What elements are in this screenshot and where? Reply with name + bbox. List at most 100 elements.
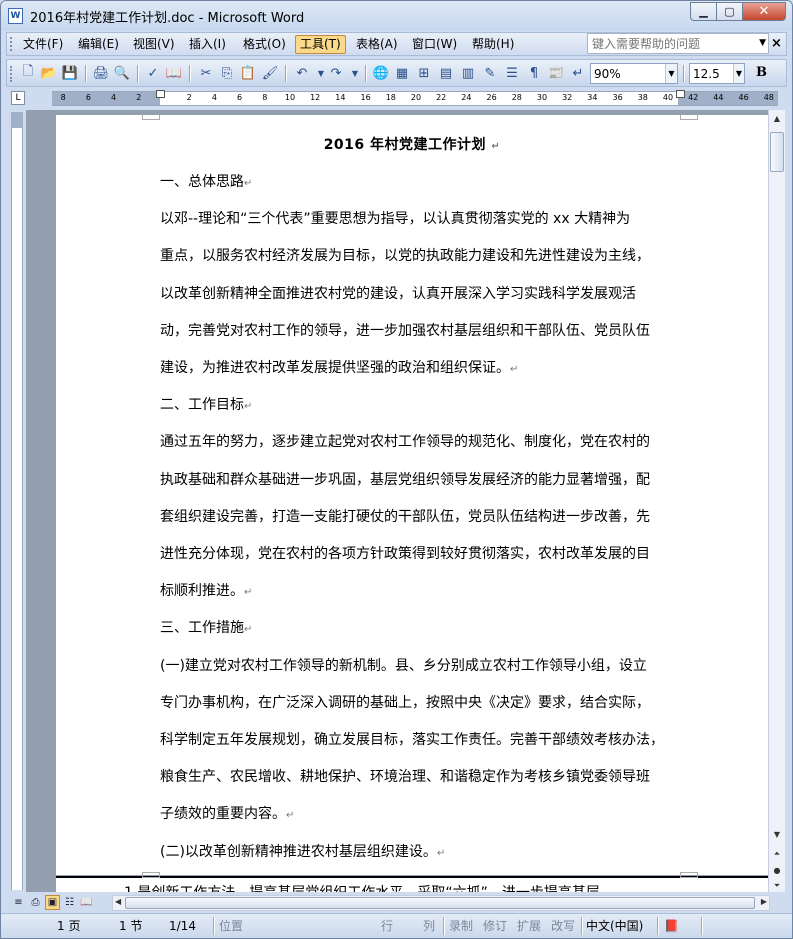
status-overtype[interactable]: 改写: [551, 917, 575, 935]
document-line[interactable]: 通过五年的努力，逐步建立起党对农村工作领导的规范化、制度化，党在农村的: [160, 431, 690, 451]
select-browse-object-icon[interactable]: ●: [769, 862, 785, 878]
status-col[interactable]: 列: [423, 917, 435, 935]
vertical-ruler-track[interactable]: [11, 112, 23, 890]
redo-icon[interactable]: ↷: [327, 64, 345, 82]
print-icon[interactable]: 🖨: [92, 64, 110, 82]
horizontal-ruler[interactable]: 8 6 4 2 2 4 6 8 10 12 14 16 18 20 22 24 26 28 30 32 34 36 38 40…: [52, 90, 778, 106]
status-language[interactable]: 中文(中国): [586, 917, 643, 935]
previous-page-icon[interactable]: ⏶: [769, 846, 785, 862]
menu-grip-handle[interactable]: [10, 37, 13, 51]
document-page[interactable]: 2016 年村党建工作计划 ↵ 一、总体思路↵ 以邓--理论和“三个代表”重要思想…: [56, 114, 768, 875]
open-folder-icon[interactable]: 📂: [40, 64, 58, 82]
scroll-up-icon[interactable]: ▲: [769, 110, 785, 126]
paste-icon[interactable]: 📋: [239, 64, 257, 82]
right-indent-marker[interactable]: [676, 90, 685, 98]
help-search-input[interactable]: [588, 34, 748, 53]
copy-icon[interactable]: ⎘: [218, 64, 236, 82]
hyperlink-icon[interactable]: 🌐: [372, 64, 390, 82]
vertical-scroll-thumb[interactable]: [770, 132, 784, 172]
help-search-box[interactable]: ▼: [587, 33, 769, 54]
status-row[interactable]: 行: [381, 917, 393, 935]
scroll-down-icon[interactable]: ▼: [769, 826, 785, 842]
toolbar-grip-handle[interactable]: [10, 66, 13, 82]
document-line[interactable]: 粮食生产、农民增收、耕地保护、环境治理、和谐稳定作为考核乡镇党委领导班: [160, 766, 690, 786]
left-indent-marker[interactable]: [156, 90, 165, 98]
paragraph-marks-icon[interactable]: ↵: [569, 64, 587, 82]
maximize-button[interactable]: ▢: [717, 2, 743, 21]
tab-selector[interactable]: L: [11, 91, 25, 105]
document-line[interactable]: 专门办事机构，在广泛深入调研的基础上，按照中央《决定》要求，结合实际，: [160, 692, 690, 712]
format-painter-icon[interactable]: 🖌: [261, 64, 279, 82]
document-map-icon[interactable]: ☰: [503, 64, 521, 82]
status-section[interactable]: 1 节: [119, 917, 142, 935]
menu-window[interactable]: 窗口(W): [408, 35, 461, 54]
zoom-dropdown-icon[interactable]: ▼: [664, 64, 677, 83]
status-page[interactable]: 1 页: [57, 917, 80, 935]
document-line[interactable]: (二)以改革创新精神推进农村基层组织建设。↵: [160, 841, 690, 861]
read-mode-icon[interactable]: 📰: [547, 64, 565, 82]
web-view-icon[interactable]: ⎙: [28, 895, 43, 910]
menu-view[interactable]: 视图(V): [129, 35, 179, 54]
insert-table-icon[interactable]: ⊞: [415, 64, 433, 82]
document-close-button[interactable]: ×: [771, 36, 782, 51]
insert-excel-icon[interactable]: ▤: [437, 64, 455, 82]
bold-button[interactable]: B: [756, 65, 767, 80]
menu-tools[interactable]: 工具(T): [295, 35, 346, 54]
reading-view-icon[interactable]: 📖: [79, 895, 94, 910]
print-layout-view-icon[interactable]: ▣: [45, 895, 60, 910]
normal-view-icon[interactable]: ≡: [11, 895, 26, 910]
document-line[interactable]: 科学制定五年发展规划，确立发展目标，落实工作责任。完善干部绩效考核办法，: [160, 729, 690, 749]
status-track-changes[interactable]: 修订: [483, 917, 507, 935]
document-line[interactable]: 以改革创新精神全面推进农村党的建设，认真开展深入学习实践科学发展观活: [160, 283, 690, 303]
document-line[interactable]: 二、工作目标↵: [160, 394, 690, 414]
horizontal-scrollbar[interactable]: ◀ ▶: [112, 895, 770, 911]
zoom-input[interactable]: [591, 66, 665, 81]
status-record[interactable]: 录制: [449, 917, 473, 935]
outline-view-icon[interactable]: ☷: [62, 895, 77, 910]
new-document-icon[interactable]: 🗋: [19, 64, 37, 82]
help-dropdown-icon[interactable]: ▼: [759, 38, 766, 48]
print-preview-icon[interactable]: 🔍: [113, 64, 131, 82]
menu-insert[interactable]: 插入(I): [185, 35, 230, 54]
redo-dropdown-icon[interactable]: ▼: [346, 64, 364, 82]
document-line[interactable]: 执政基础和群众基础进一步巩固，基层党组织领导发展经济的能力显著增强，配: [160, 469, 690, 489]
research-icon[interactable]: 📖: [165, 64, 183, 82]
document-line[interactable]: 动，完善党对农村工作的领导，进一步加强农村基层组织和干部队伍、党员队伍: [160, 320, 690, 340]
document-line[interactable]: 套组织建设完善，打造一支能打硬仗的干部队伍，党员队伍结构进一步改善，先: [160, 506, 690, 526]
zoom-combo[interactable]: ▼: [590, 63, 678, 84]
document-line[interactable]: 重点，以服务农村经济发展为目标，以党的执政能力建设和先进性建设为主线，: [160, 245, 690, 265]
menu-table[interactable]: 表格(A): [352, 35, 402, 54]
status-extend[interactable]: 扩展: [517, 917, 541, 935]
menu-file[interactable]: 文件(F): [19, 35, 67, 54]
word-app-icon[interactable]: W: [8, 8, 23, 24]
document-line[interactable]: 进性充分体现，党在农村的各项方针政策得到较好贯彻落实，农村改革发展的目: [160, 543, 690, 563]
document-line[interactable]: 子绩效的重要内容。↵: [160, 803, 690, 823]
document-line[interactable]: 一、总体思路↵: [160, 171, 690, 191]
drawing-icon[interactable]: ✎: [481, 64, 499, 82]
spelling-status-icon[interactable]: 📕: [664, 917, 679, 935]
save-icon[interactable]: 💾: [61, 64, 79, 82]
cut-icon[interactable]: ✂: [197, 64, 215, 82]
vertical-scrollbar[interactable]: ▲ ▼ ⏶ ● ⏷: [768, 110, 785, 892]
font-size-combo[interactable]: ▼: [689, 63, 745, 84]
tables-borders-icon[interactable]: ▦: [393, 64, 411, 82]
scroll-left-icon[interactable]: ◀: [115, 897, 121, 906]
close-button[interactable]: ✕: [743, 2, 786, 21]
document-line[interactable]: 建设，为推进农村改革发展提供坚强的政治和组织保证。↵: [160, 357, 690, 377]
document-line[interactable]: (一)建立党对农村工作领导的新机制。县、乡分别成立农村工作领导小组，设立: [160, 655, 690, 675]
menu-format[interactable]: 格式(O): [239, 35, 290, 54]
status-position[interactable]: 位置: [219, 917, 243, 935]
horizontal-scroll-thumb[interactable]: [125, 897, 755, 909]
font-size-input[interactable]: [690, 66, 733, 81]
font-size-dropdown-icon[interactable]: ▼: [732, 64, 744, 83]
document-line[interactable]: 以邓--理论和“三个代表”重要思想为指导，以认真贯彻落实党的 xx 大精神为: [160, 208, 690, 228]
status-page-of[interactable]: 1/14: [169, 917, 196, 935]
columns-icon[interactable]: ▥: [459, 64, 477, 82]
scroll-right-icon[interactable]: ▶: [761, 897, 767, 906]
undo-icon[interactable]: ↶: [293, 64, 311, 82]
menu-help[interactable]: 帮助(H): [468, 35, 518, 54]
document-line[interactable]: 三、工作措施↵: [160, 617, 690, 637]
document-line[interactable]: 标顺利推进。↵: [160, 580, 690, 600]
spelling-check-icon[interactable]: ✓: [144, 64, 162, 82]
menu-edit[interactable]: 编辑(E): [74, 35, 123, 54]
